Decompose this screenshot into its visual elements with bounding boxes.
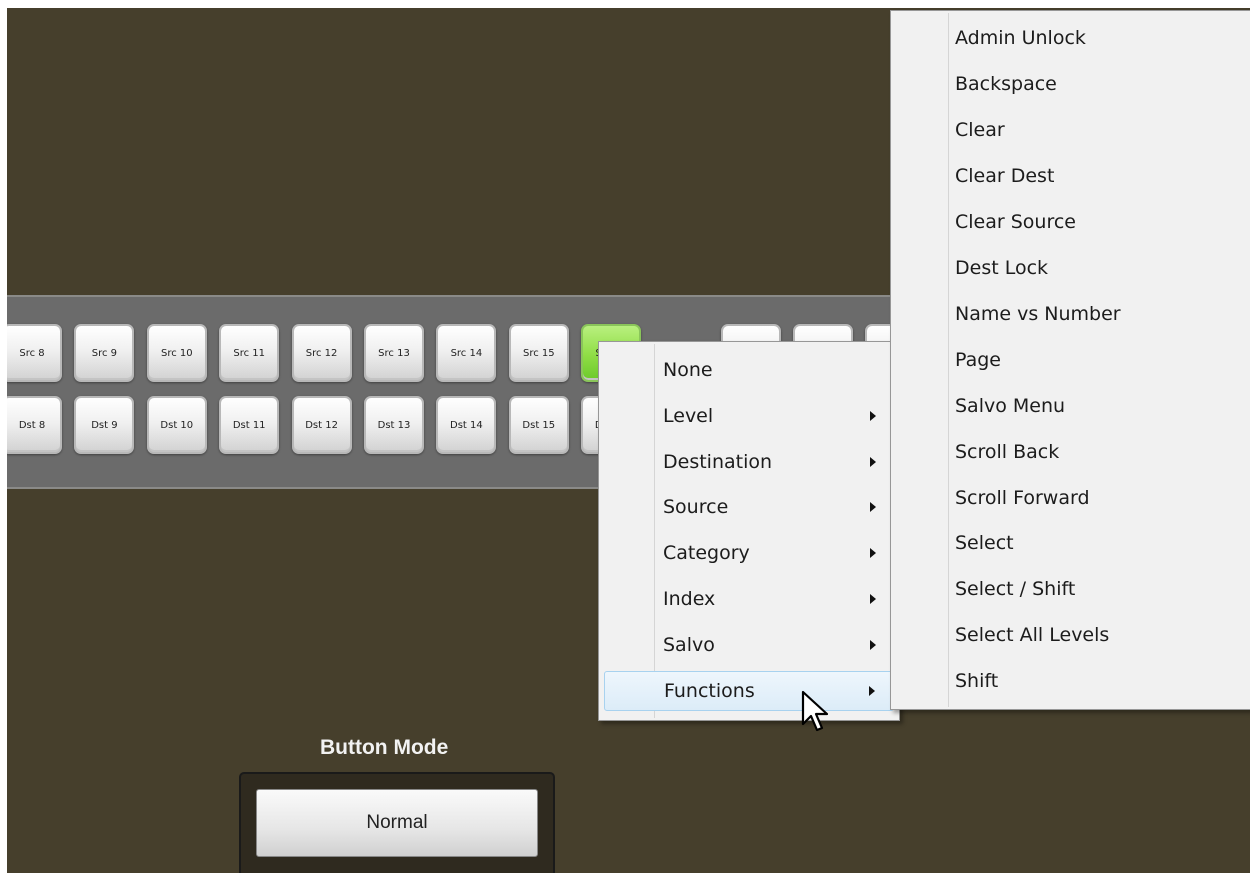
functions-submenu-item[interactable]: Backspace [895,64,1247,104]
source-button[interactable]: Src 15 [508,324,569,382]
button-mode-selector[interactable]: Normal [256,789,538,857]
button-mode-frame: Normal [239,772,555,873]
submenu-item-label: Salvo Menu [955,394,1066,417]
submenu-item-label: Dest Lock [955,256,1049,279]
triangle-right-icon [870,456,876,467]
functions-submenu-item[interactable]: Clear Dest [895,156,1247,196]
triangle-right-icon [870,410,876,421]
context-menu-item-index[interactable]: Index [604,579,894,619]
functions-submenu-item[interactable]: Clear [895,110,1247,150]
menu-item-label: Salvo [663,633,715,656]
destination-button[interactable]: Dst 12 [291,396,352,454]
menu-item-label: Source [663,496,729,519]
functions-submenu-item[interactable]: Page [895,340,1247,380]
context-menu-item-salvo[interactable]: Salvo [604,625,894,665]
functions-submenu-item[interactable]: Select / Shift [895,569,1247,609]
source-button[interactable]: Src 12 [291,324,352,382]
destination-button[interactable]: Dst 9 [74,396,135,454]
submenu-item-label: Clear [955,118,1005,141]
triangle-right-icon [870,502,876,513]
submenu-item-label: Backspace [955,72,1057,95]
functions-submenu-item[interactable]: Scroll Back [895,432,1247,472]
submenu-item-label: Shift [955,670,999,693]
arrow-pointer-icon [801,690,829,732]
functions-submenu-item[interactable]: Name vs Number [895,294,1247,334]
submenu-item-label: Clear Dest [955,164,1055,187]
context-menu-item-functions[interactable]: Functions [604,670,894,711]
triangle-right-icon [870,594,876,604]
menu-item-label: Index [663,588,716,610]
functions-submenu-item[interactable]: Admin Unlock [895,18,1247,58]
destination-button[interactable]: Dst 8 [7,396,62,454]
source-button[interactable]: Src 10 [146,324,207,382]
functions-submenu-item[interactable]: Clear Source [895,202,1247,242]
submenu-item-label: Select / Shift [955,578,1076,601]
source-button[interactable]: Src 9 [74,324,135,382]
menu-item-label: None [663,359,713,381]
submenu-item-label: Select [955,532,1014,555]
destination-button[interactable]: Dst 10 [146,396,207,454]
submenu-item-label: Select All Levels [955,624,1110,647]
triangle-right-icon [870,548,876,559]
context-menu-item-none[interactable]: None [604,350,894,390]
context-menu-item-category[interactable]: Category [604,533,894,573]
source-button[interactable]: Src 13 [364,324,424,382]
functions-submenu-item[interactable]: Select [895,523,1247,563]
destination-button[interactable]: Dst 15 [508,396,569,454]
functions-submenu-item[interactable]: Shift [895,661,1247,701]
menu-item-label: Category [663,542,750,565]
source-button[interactable]: Src 11 [219,324,280,382]
submenu-item-label: Admin Unlock [955,27,1086,49]
destination-button[interactable]: Dst 11 [219,396,280,454]
context-menu-item-destination[interactable]: Destination [604,442,894,482]
context-menu-item-source[interactable]: Source [604,487,894,527]
triangle-right-icon [869,685,875,696]
button-mode-label: Button Mode [320,736,449,759]
context-menu-item-level[interactable]: Level [604,396,894,436]
menu-item-label: Destination [663,450,773,473]
triangle-right-icon [870,639,876,650]
submenu-item-label: Clear Source [955,210,1076,233]
functions-submenu: Admin Unlock Backspace Clear Clear Dest Clea… [890,10,1250,710]
functions-submenu-item[interactable]: Dest Lock [895,248,1247,288]
functions-submenu-item[interactable]: Scroll Forward [895,478,1247,518]
destination-button[interactable]: Dst 13 [364,396,424,454]
functions-submenu-item[interactable]: Salvo Menu [895,386,1247,426]
button-function-context-menu: None Level Destination Source Category Index S… [598,341,900,721]
menu-item-label: Functions [664,679,755,702]
source-button[interactable]: Src 14 [436,324,497,382]
submenu-item-label: Scroll Back [955,440,1060,463]
submenu-item-label: Scroll Forward [955,486,1090,509]
functions-submenu-item[interactable]: Select All Levels [895,615,1247,655]
destination-button[interactable]: Dst 14 [436,396,497,454]
submenu-item-label: Page [955,348,1001,371]
menu-item-label: Level [663,404,714,427]
source-button[interactable]: Src 8 [7,324,62,382]
submenu-item-label: Name vs Number [955,302,1121,325]
